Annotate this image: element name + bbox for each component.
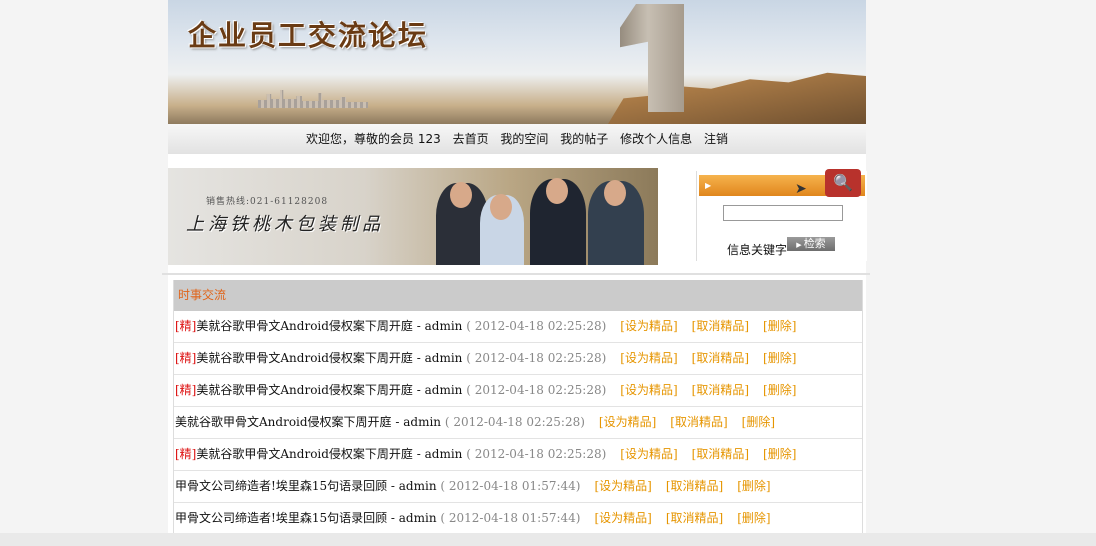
nav-my-space-link[interactable]: 我的空间	[500, 132, 548, 146]
post-author: - admin	[391, 415, 442, 429]
post-time: ( 2012-04-18 02:25:28)	[441, 415, 585, 429]
post-row: [精]美就谷歌甲骨文Android侵权案下周开庭 - admin ( 2012-…	[174, 343, 862, 375]
post-author: - admin	[387, 479, 437, 493]
set-featured-link[interactable]: [设为精品]	[599, 415, 656, 429]
cancel-featured-link[interactable]: [取消精品]	[692, 383, 749, 397]
window-bottom-bar	[0, 533, 1096, 546]
cancel-featured-link[interactable]: [取消精品]	[666, 479, 723, 493]
post-author: - admin	[412, 351, 463, 365]
post-author: - admin	[412, 447, 463, 461]
post-title-link[interactable]: 美就谷歌甲骨文Android侵权案下周开庭	[196, 351, 413, 365]
divider	[162, 273, 870, 275]
set-featured-link[interactable]: [设为精品]	[620, 383, 677, 397]
delete-link[interactable]: [删除]	[742, 415, 775, 429]
post-author: - admin	[387, 511, 437, 525]
set-featured-link[interactable]: [设为精品]	[620, 447, 677, 461]
set-featured-link[interactable]: [设为精品]	[594, 479, 651, 493]
head-graphic	[490, 194, 512, 220]
nav-logout-link[interactable]: 注销	[704, 132, 728, 146]
featured-tag: [精]	[175, 319, 197, 333]
user-nav-bar: 欢迎您，尊敬的会员 123 去首页 我的空间 我的帖子 修改个人信息 注销	[168, 124, 866, 154]
cancel-featured-link[interactable]: [取消精品]	[670, 415, 727, 429]
head-graphic	[546, 178, 568, 204]
post-title-link[interactable]: 美就谷歌甲骨文Android侵权案下周开庭	[196, 383, 413, 397]
board-title: 时事交流	[174, 280, 862, 311]
post-author: - admin	[412, 319, 463, 333]
post-row: 美就谷歌甲骨文Android侵权案下周开庭 - admin ( 2012-04-…	[174, 407, 862, 439]
magnifier-icon: 🔍	[825, 169, 861, 197]
ad-slogan: 上海铁桃木包装制品	[186, 214, 384, 235]
ad-hotline: 销售热线:021-61128208	[206, 197, 329, 207]
post-title-link[interactable]: 甲骨文公司缔造者!埃里森15句语录回顾	[175, 511, 387, 525]
mouse-cursor-icon: ➤	[795, 181, 807, 197]
rock-graphic	[608, 72, 866, 124]
post-row: [精]美就谷歌甲骨文Android侵权案下周开庭 - admin ( 2012-…	[174, 439, 862, 471]
post-row: 甲骨文公司缔造者!埃里森15句语录回顾 - admin ( 2012-04-18…	[174, 503, 862, 535]
post-title-link[interactable]: 甲骨文公司缔造者!埃里森15句语录回顾	[175, 479, 387, 493]
delete-link[interactable]: [删除]	[737, 479, 770, 493]
post-row: [精]美就谷歌甲骨文Android侵权案下周开庭 - admin ( 2012-…	[174, 311, 862, 343]
delete-link[interactable]: [删除]	[763, 319, 796, 333]
nav-edit-profile-link[interactable]: 修改个人信息	[620, 132, 692, 146]
welcome-text: 欢迎您，尊敬的会员 123	[306, 132, 441, 146]
arrow-right-icon: ▶	[796, 241, 802, 249]
post-row: 甲骨文公司缔造者!埃里森15句语录回顾 - admin ( 2012-04-18…	[174, 471, 862, 503]
nav-my-posts-link[interactable]: 我的帖子	[560, 132, 608, 146]
featured-tag: [精]	[175, 447, 197, 461]
forum-title: 企业员工交流论坛	[188, 19, 429, 52]
post-time: ( 2012-04-18 02:25:28)	[462, 383, 607, 397]
delete-link[interactable]: [删除]	[737, 511, 770, 525]
advertisement-image: 销售热线:021-61128208 上海铁桃木包装制品	[168, 168, 658, 265]
post-row: [精]美就谷歌甲骨文Android侵权案下周开庭 - admin ( 2012-…	[174, 375, 862, 407]
search-keyword-input[interactable]	[723, 205, 843, 221]
delete-link[interactable]: [删除]	[763, 351, 796, 365]
search-button-label: 检索	[803, 237, 826, 250]
post-time: ( 2012-04-18 01:57:44)	[436, 479, 581, 493]
cancel-featured-link[interactable]: [取消精品]	[692, 351, 749, 365]
featured-tag: [精]	[175, 383, 197, 397]
post-time: ( 2012-04-18 02:25:28)	[462, 447, 607, 461]
post-title-link[interactable]: 美就谷歌甲骨文Android侵权案下周开庭	[196, 447, 413, 461]
post-board: 时事交流 [精]美就谷歌甲骨文Android侵权案下周开庭 - admin ( …	[173, 280, 863, 546]
city-skyline-graphic	[258, 90, 368, 108]
forum-banner: 企业员工交流论坛	[168, 0, 866, 124]
head-graphic	[604, 180, 626, 206]
nav-home-link[interactable]: 去首页	[453, 132, 489, 146]
post-title-link[interactable]: 美就谷歌甲骨文Android侵权案下周开庭	[196, 319, 413, 333]
post-title-link[interactable]: 美就谷歌甲骨文Android侵权案下周开庭	[175, 415, 392, 429]
post-time: ( 2012-04-18 01:57:44)	[436, 511, 581, 525]
set-featured-link[interactable]: [设为精品]	[620, 351, 677, 365]
post-time: ( 2012-04-18 02:25:28)	[462, 319, 607, 333]
search-button[interactable]: ▶ 检索	[787, 237, 835, 251]
cancel-featured-link[interactable]: [取消精品]	[666, 511, 723, 525]
head-graphic	[450, 182, 472, 208]
cancel-featured-link[interactable]: [取消精品]	[692, 319, 749, 333]
arrow-right-icon: ▶	[705, 181, 712, 190]
post-time: ( 2012-04-18 02:25:28)	[462, 351, 607, 365]
featured-tag: [精]	[175, 351, 197, 365]
delete-link[interactable]: [删除]	[763, 383, 796, 397]
delete-link[interactable]: [删除]	[763, 447, 796, 461]
search-header-bar: ▶ ➤ 🔍	[699, 169, 865, 197]
set-featured-link[interactable]: [设为精品]	[620, 319, 677, 333]
set-featured-link[interactable]: [设为精品]	[594, 511, 651, 525]
cancel-featured-link[interactable]: [取消精品]	[692, 447, 749, 461]
post-author: - admin	[412, 383, 463, 397]
keyword-label: 信息关键字	[727, 243, 788, 257]
search-panel: ▶ ➤ 🔍 信息关键字 ▶ 检索	[696, 169, 867, 261]
